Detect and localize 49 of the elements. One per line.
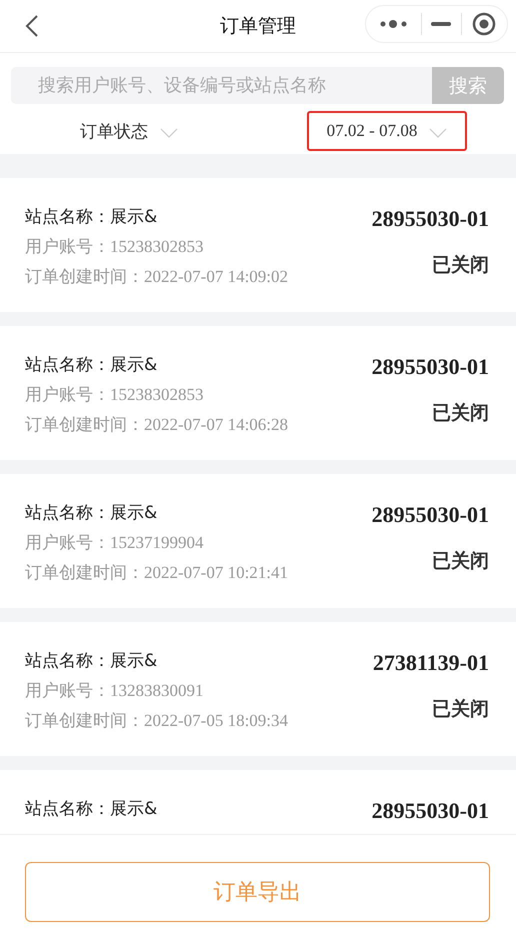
station-label: 站点名称： [25, 503, 110, 523]
created-time: 2022-07-07 14:06:28 [144, 415, 288, 434]
order-status: 已关闭 [432, 697, 489, 722]
account-label: 用户账号： [25, 681, 110, 701]
page-title: 订单管理 [220, 14, 296, 39]
caret-icon [429, 128, 448, 138]
minimize-icon[interactable] [431, 22, 452, 26]
order-number: 28955030-01 [372, 206, 489, 232]
time-label: 订单创建时间： [25, 563, 144, 583]
order-card[interactable]: 站点名称：展示& 用户账号：15237199904 订单创建时间：2022-07-07 10:21:41 28955030-01 已关闭 [0, 474, 516, 608]
station-name: 展示& [110, 503, 158, 523]
order-card[interactable]: 站点名称：展示& 用户账号：13283830091 订单创建时间：2022-07-05 18:09:34 27381139-01 已关闭 [0, 622, 516, 756]
account-number: 15238302853 [110, 385, 204, 404]
account-label: 用户账号： [25, 385, 110, 405]
caret-icon [160, 128, 178, 138]
station-name: 展示& [110, 207, 158, 227]
order-card[interactable]: 站点名称：展示& 28955030-01 [0, 770, 516, 834]
filter-dropdown[interactable]: 订单状态 [60, 110, 198, 152]
order-status: 已关闭 [432, 401, 489, 426]
station-label: 站点名称： [25, 799, 110, 819]
time-label: 订单创建时间： [25, 711, 144, 731]
order-status: 已关闭 [432, 253, 489, 278]
order-number: 28955030-01 [372, 502, 489, 528]
target-icon[interactable] [472, 12, 496, 36]
order-card[interactable]: 站点名称：展示& 用户账号：15238302853 订单创建时间：2022-07-07 14:09:02 28955030-01 已关闭 [0, 178, 516, 312]
station-name: 展示& [110, 355, 158, 375]
order-card[interactable]: 站点名称：展示& 用户账号：15238302853 订单创建时间：2022-07-07 14:06:28 28955030-01 已关闭 [0, 326, 516, 460]
station-label: 站点名称： [25, 651, 110, 671]
order-number: 27381139-01 [372, 650, 489, 676]
account-label: 用户账号： [25, 237, 110, 257]
station-label: 站点名称： [25, 355, 110, 375]
order-number: 28955030-01 [372, 354, 489, 380]
station-label: 站点名称： [25, 207, 110, 227]
account-label: 用户账号： [25, 533, 110, 553]
account-number: 15237199904 [110, 533, 204, 552]
back-icon[interactable] [25, 14, 39, 38]
account-number: 13283830091 [110, 681, 204, 700]
account-number: 15238302853 [110, 237, 204, 256]
station-name: 展示& [110, 799, 158, 819]
created-time: 2022-07-07 10:21:41 [144, 563, 288, 582]
station-name: 展示& [110, 651, 158, 671]
created-time: 2022-07-05 18:09:34 [144, 711, 288, 730]
search-field[interactable]: 搜索用户账号、设备编号或站点名称 [11, 67, 432, 104]
order-number: 28955030-01 [372, 798, 489, 824]
time-label: 订单创建时间： [25, 415, 144, 435]
time-label: 订单创建时间： [25, 267, 144, 287]
filter-dropdown[interactable]: 07.02 - 07.08 [306, 111, 468, 151]
order-status: 已关闭 [432, 549, 489, 574]
created-time: 2022-07-07 14:09:02 [144, 267, 288, 286]
